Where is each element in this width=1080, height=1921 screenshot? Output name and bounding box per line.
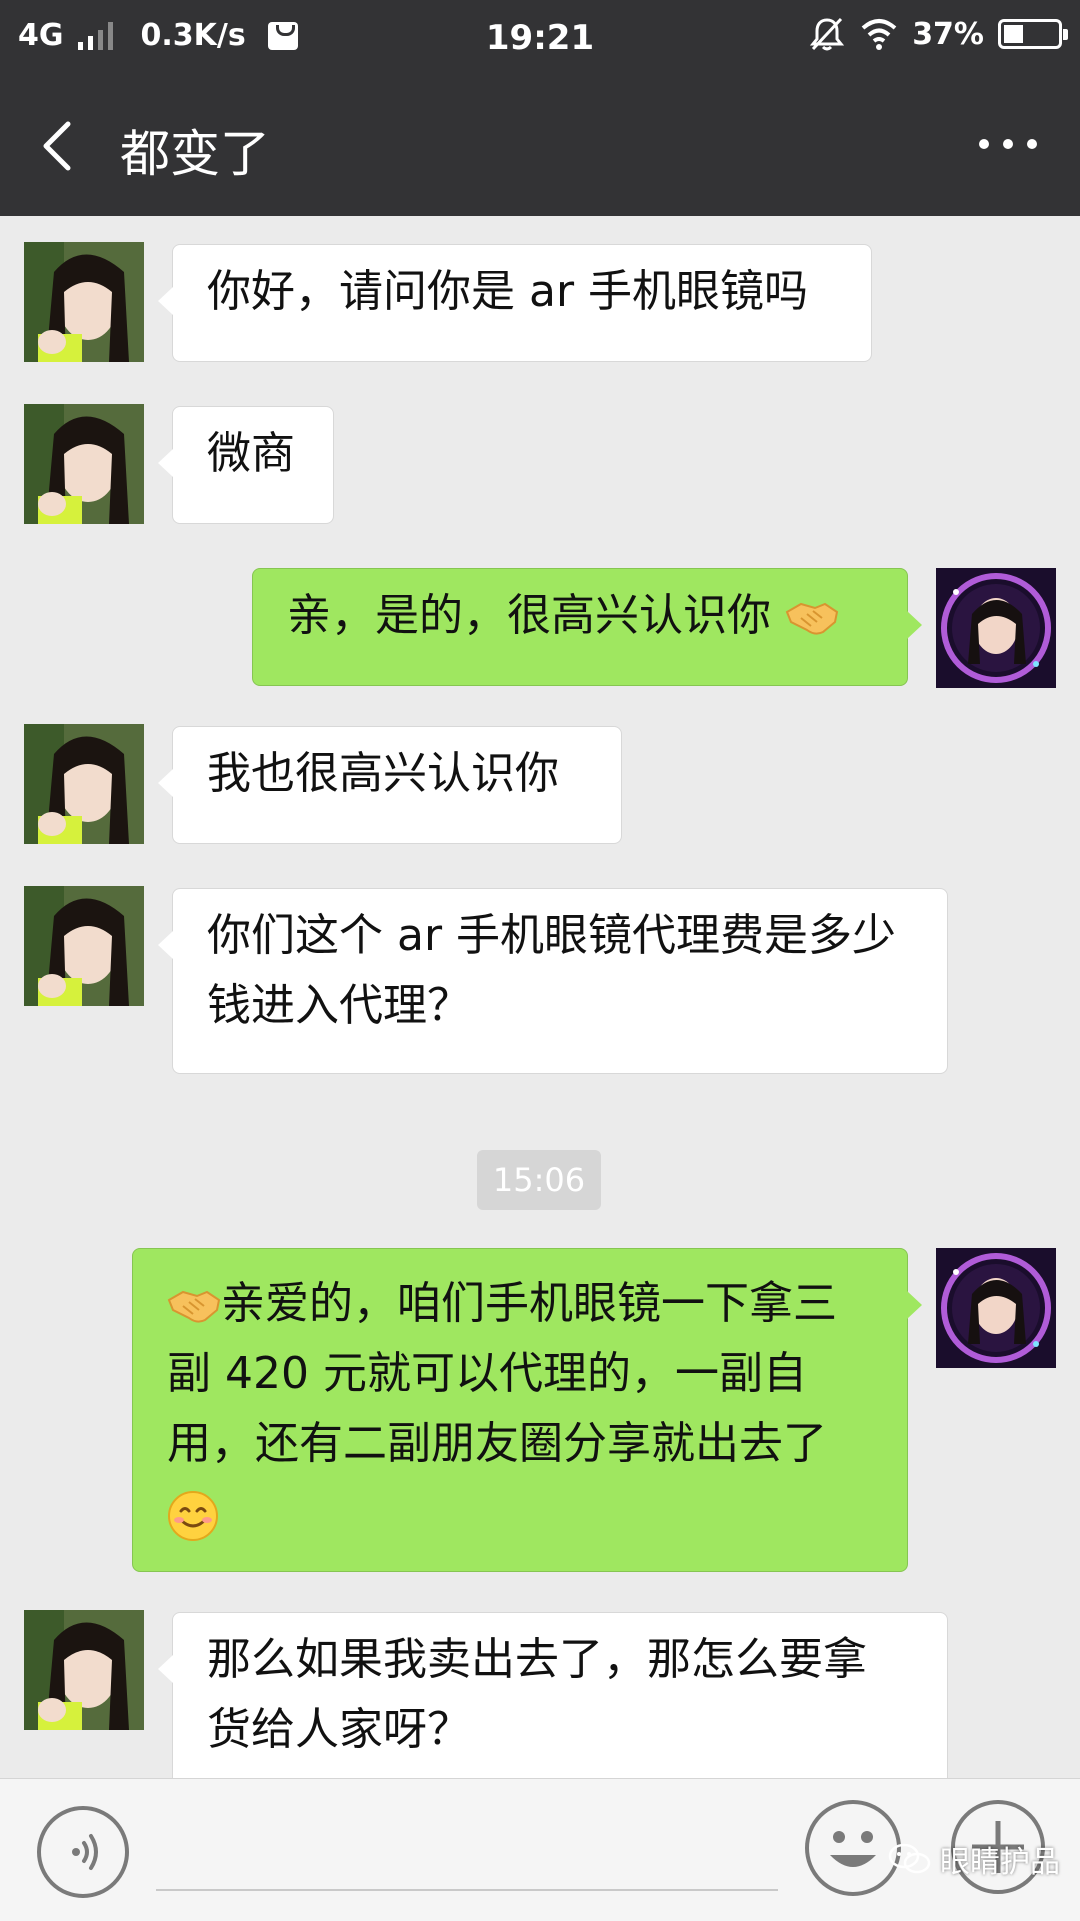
message-bubble-received[interactable]: 微商	[158, 406, 334, 524]
message-text: 我也很高兴认识你	[207, 748, 559, 799]
message-text-line: 副 420 元就可以代理的，一副自	[167, 1348, 807, 1399]
message-bubble-received[interactable]: 我也很高兴认识你	[158, 726, 622, 844]
message-bubble-received[interactable]: 你好，请问你是 ar 手机眼镜吗	[158, 244, 872, 362]
message-text-line	[167, 1479, 873, 1549]
message-bubble-received[interactable]: 你们这个 ar 手机眼镜代理费是多少 钱进入代理？	[158, 888, 948, 1074]
message-text-line: 那么如果我卖出去了，那怎么要拿	[207, 1634, 867, 1685]
message-text: 亲爱的，咱们手机眼镜一下拿三	[221, 1278, 837, 1329]
message-text-line: 钱进入代理？	[207, 980, 471, 1031]
contact-avatar[interactable]	[24, 404, 144, 524]
chat-title: 都变了	[120, 125, 270, 183]
voice-icon[interactable]	[36, 1805, 130, 1899]
message-text-line: 用，还有二副朋友圈分享就出去了	[167, 1418, 827, 1469]
battery-fill	[1004, 25, 1023, 43]
status-bar: 4G 0.3K/s 19:21 37%	[0, 0, 1080, 76]
message-bubble-sent[interactable]: 亲，是的，很高兴认识你	[252, 568, 922, 686]
message-text-line: 你们这个 ar 手机眼镜代理费是多少	[207, 910, 897, 961]
my-avatar[interactable]	[936, 1248, 1056, 1368]
contact-avatar[interactable]	[24, 886, 144, 1006]
wechat-logo-icon	[888, 1843, 931, 1874]
handshake-icon	[785, 602, 839, 635]
message-input[interactable]	[156, 1809, 778, 1891]
bell-off-icon	[810, 17, 845, 51]
chevron-left-icon[interactable]	[38, 116, 78, 176]
contact-avatar[interactable]	[24, 1610, 144, 1730]
message-text: 微商	[207, 428, 295, 479]
contact-avatar[interactable]	[24, 724, 144, 844]
wifi-icon	[861, 19, 897, 50]
handshake-icon	[167, 1290, 221, 1323]
timestamp-divider: 15:06	[477, 1150, 601, 1210]
watermark-text: 眼睛护品	[940, 1845, 1060, 1880]
message-text-line: 亲爱的，咱们手机眼镜一下拿三	[167, 1269, 873, 1339]
message-text: 你好，请问你是 ar 手机眼镜吗	[207, 266, 809, 317]
message-bubble-sent[interactable]: 亲爱的，咱们手机眼镜一下拿三 副 420 元就可以代理的，一副自 用，还有二副朋…	[132, 1248, 922, 1572]
chat-header: 都变了	[0, 76, 1080, 216]
message-text: 亲，是的，很高兴认识你	[287, 590, 771, 641]
my-avatar[interactable]	[936, 568, 1056, 688]
message-list[interactable]: 你好，请问你是 ar 手机眼镜吗 微商 亲，是的，很高兴认识你 我也很高兴认识你…	[0, 216, 1080, 1778]
contact-avatar[interactable]	[24, 242, 144, 362]
message-text-line: 货给人家呀？	[207, 1704, 471, 1755]
more-dots-icon[interactable]	[976, 132, 1040, 156]
status-right: 37%	[808, 16, 1068, 52]
battery-percent: 37%	[912, 16, 984, 52]
smile-icon	[168, 1491, 218, 1541]
watermark: 眼睛护品	[888, 1837, 1060, 1881]
message-bubble-received[interactable]: 那么如果我卖出去了，那怎么要拿 货给人家呀？	[158, 1612, 948, 1778]
battery-icon	[998, 19, 1068, 49]
